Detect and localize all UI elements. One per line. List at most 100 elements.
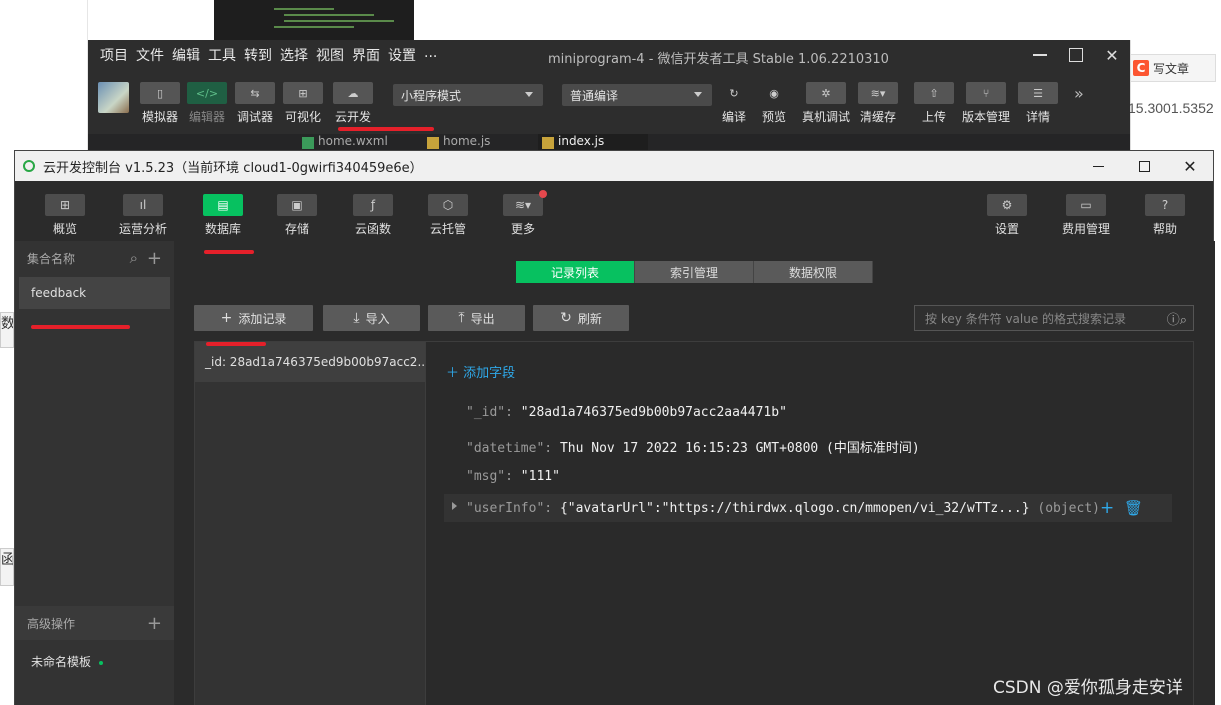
eye-icon: ◉: [769, 86, 779, 100]
nav-database[interactable]: ▤ 数据库: [203, 194, 243, 237]
js-file-icon: [542, 137, 554, 149]
search-icon[interactable]: ⌕: [130, 249, 138, 267]
close-button[interactable]: ✕: [1167, 151, 1213, 181]
collections-header: 集合名称 ⌕ +: [15, 241, 174, 275]
nav-more[interactable]: ≋▾ 更多: [503, 190, 547, 237]
field-sep: :: [505, 469, 521, 484]
field-key: "msg": [466, 469, 506, 484]
nav-cloud-hosting[interactable]: ⬡ 云托管: [428, 194, 468, 237]
close-button[interactable]: ✕: [1094, 40, 1130, 70]
advanced-ops-label: 高级操作: [27, 616, 76, 631]
notification-dot: [539, 190, 547, 198]
collection-item-feedback[interactable]: feedback: [19, 277, 170, 309]
add-field-button[interactable]: ＋ 添加字段: [446, 362, 515, 381]
refresh-button[interactable]: ↻ 刷新: [533, 305, 629, 331]
import-button[interactable]: ⤓ 导入: [323, 305, 420, 331]
cloud-dev-button[interactable]: ☁ 云开发: [333, 82, 373, 125]
menu-view[interactable]: 视图: [316, 45, 344, 65]
preview-button[interactable]: ◉ 预览: [754, 82, 794, 125]
visual-button[interactable]: ⊞ 可视化: [283, 82, 323, 125]
compile-select[interactable]: 普通编译: [562, 84, 712, 106]
grid-icon: ⊞: [45, 194, 85, 216]
window-title: miniprogram-4 - 微信开发者工具 Stable 1.06.2210…: [548, 52, 889, 67]
js-file-icon: [427, 137, 439, 149]
tab-records[interactable]: 记录列表: [516, 261, 635, 283]
record-search-input[interactable]: 按 key 条件符 value 的格式搜索记录 ⓘ⌕: [914, 305, 1194, 331]
menu-more[interactable]: ...: [424, 45, 437, 65]
field-userinfo[interactable]: "userInfo": {"avatarUrl":"https://thirdw…: [466, 501, 1100, 516]
nav-billing[interactable]: ▭ 费用管理: [1062, 194, 1110, 237]
trash-icon[interactable]: 🗑: [1124, 499, 1143, 517]
collection-label: feedback: [31, 286, 87, 300]
add-collection-icon[interactable]: +: [147, 248, 162, 269]
version-button[interactable]: ⑂ 版本管理: [962, 82, 1010, 125]
devtools-window: 项目 文件 编辑 工具 转到 选择 视图 界面 设置 ... miniprogr…: [88, 40, 1130, 152]
add-subfield-icon[interactable]: +: [1100, 498, 1114, 518]
menu-interface[interactable]: 界面: [352, 45, 380, 65]
background-fragment: [1214, 150, 1221, 705]
simulator-button[interactable]: ▯ 模拟器: [140, 82, 180, 125]
maximize-button[interactable]: [1058, 40, 1094, 70]
export-label: 导出: [470, 311, 495, 326]
expand-arrow-icon[interactable]: [452, 502, 457, 510]
debugger-button[interactable]: ⇆ 调试器: [235, 82, 275, 125]
annotation-underline: [338, 127, 434, 131]
close-icon: ✕: [1183, 156, 1197, 176]
database-main: 记录列表 索引管理 数据权限 + 添加记录 ⤓ 导入 ⤒ 导出 ↻ 刷新 按 key 条…: [174, 241, 1215, 705]
menu-project[interactable]: 项目: [100, 45, 128, 65]
export-button[interactable]: ⤒ 导出: [428, 305, 525, 331]
tab-permissions[interactable]: 数据权限: [754, 261, 873, 283]
field-datetime[interactable]: "datetime": Thu Nov 17 2022 16:15:23 GMT…: [466, 437, 920, 456]
menu-edit[interactable]: 编辑: [172, 45, 200, 65]
nav-storage[interactable]: ▣ 存储: [277, 194, 317, 237]
nav-overview[interactable]: ⊞ 概览: [45, 194, 85, 237]
add-record-button[interactable]: + 添加记录: [194, 305, 313, 331]
nav-functions[interactable]: ƒ 云函数: [353, 194, 393, 237]
maximize-button[interactable]: [1121, 151, 1167, 181]
search-placeholder: 按 key 条件符 value 的格式搜索记录: [925, 311, 1127, 326]
tab-label: home.js: [443, 134, 491, 148]
field-id[interactable]: "_id": "28ad1a746375ed9b00b97acc2aa4471b…: [466, 405, 787, 420]
minimize-button[interactable]: [1022, 40, 1058, 70]
editor-button[interactable]: </> 编辑器: [187, 82, 227, 125]
clear-cache-button[interactable]: ≋▾ 清缓存: [858, 82, 898, 125]
menu-file[interactable]: 文件: [136, 45, 164, 65]
phone-icon: ▯: [140, 82, 180, 104]
nav-label: 费用管理: [1061, 222, 1110, 236]
csdn-write-tab[interactable]: C 写文章: [1130, 54, 1216, 82]
mode-select[interactable]: 小程序模式: [393, 84, 543, 106]
record-item[interactable]: _id: 28ad1a746375ed9b00b97acc2...: [195, 342, 425, 382]
import-label: 导入: [365, 311, 390, 326]
bar-chart-icon: ıl: [123, 194, 163, 216]
menu-tools[interactable]: 工具: [208, 45, 236, 65]
details-button[interactable]: ☰ 详情: [1018, 82, 1058, 125]
menu-select[interactable]: 选择: [280, 45, 308, 65]
nav-help[interactable]: ? 帮助: [1145, 194, 1185, 237]
user-avatar[interactable]: [98, 82, 129, 113]
field-sep: :: [544, 501, 560, 516]
menu-settings[interactable]: 设置: [388, 45, 416, 65]
menu-goto[interactable]: 转到: [244, 45, 272, 65]
upload-button[interactable]: ⇧ 上传: [914, 82, 954, 125]
field-msg[interactable]: "msg": "111": [466, 469, 560, 484]
nav-label: 帮助: [1152, 222, 1177, 236]
annotation-underline: [206, 342, 266, 346]
devtools-titlebar: 项目 文件 编辑 工具 转到 选择 视图 界面 设置 ... miniprogr…: [88, 40, 1130, 70]
nav-settings[interactable]: ⚙ 设置: [987, 194, 1027, 237]
search-icon[interactable]: ⓘ⌕: [1167, 309, 1187, 328]
console-nav: ⊞ 概览 ıl 运营分析 ▤ 数据库 ▣ 存储 ƒ 云函数 ⬡ 云托管 ≋▾ 更多 ⚙ 设置 ▭…: [15, 181, 1213, 241]
remote-debug-button[interactable]: ✲ 真机调试: [802, 82, 850, 125]
tab-indexes[interactable]: 索引管理: [635, 261, 754, 283]
background-code-thumbnail: [214, 0, 414, 40]
expand-icon[interactable]: »: [1074, 84, 1084, 103]
minimize-button[interactable]: [1075, 151, 1121, 181]
cloud-dev-label: 云开发: [334, 110, 371, 124]
field-sep: :: [505, 405, 521, 420]
code-icon: </>: [187, 82, 227, 104]
tab-label: index.js: [558, 134, 605, 148]
layout-icon: ⊞: [283, 82, 323, 104]
add-template-icon[interactable]: +: [147, 613, 162, 634]
nav-analytics[interactable]: ıl 运营分析: [119, 194, 167, 237]
function-icon: ƒ: [353, 194, 393, 216]
template-item[interactable]: 未命名模板: [31, 653, 104, 670]
